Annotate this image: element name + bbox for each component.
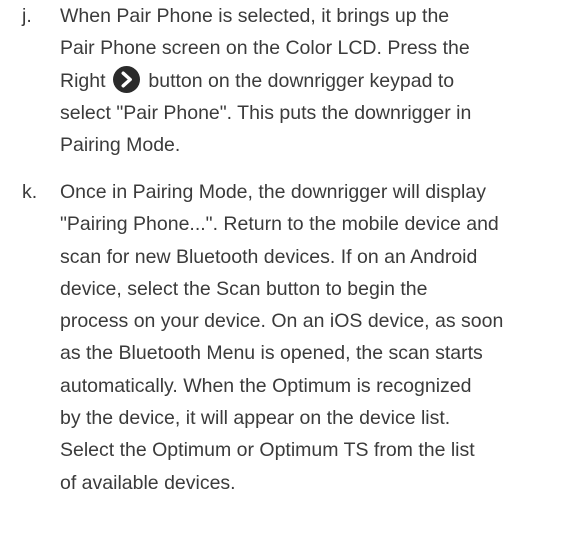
text-line: of available devices. bbox=[60, 471, 236, 494]
step-letter: k. bbox=[22, 181, 38, 203]
text-line: select "Pair Phone". This puts the downr… bbox=[60, 101, 472, 124]
text-line: Pairing Mode. bbox=[60, 134, 181, 157]
step-text: When Pair Phone is selected, it brings u… bbox=[60, 0, 570, 161]
text-line: by the device, it will appear on the dev… bbox=[60, 407, 451, 430]
right-arrow-button-icon bbox=[112, 65, 140, 93]
text-line: Pair Phone screen on the Color LCD. Pres… bbox=[60, 37, 470, 60]
text-line: process on your device. On an iOS device… bbox=[60, 310, 504, 333]
text-line: Select the Optimum or Optimum TS from th… bbox=[60, 439, 475, 462]
text-line: "Pairing Phone...". Return to the mobile… bbox=[60, 213, 499, 236]
text-line-with-icon: Right button on the downrigger keypad to bbox=[60, 65, 570, 97]
step-text: Once in Pairing Mode, the downrigger wil… bbox=[60, 176, 570, 499]
text-line: scan for new Bluetooth devices. If on an… bbox=[60, 245, 478, 268]
text-line: Once in Pairing Mode, the downrigger wil… bbox=[60, 181, 486, 203]
manual-page: j. When Pair Phone is selected, it bring… bbox=[0, 0, 585, 541]
text-line: automatically. When the Optimum is recog… bbox=[60, 374, 472, 397]
text-fragment: button on the downrigger keypad to bbox=[148, 69, 455, 92]
text-fragment: Right bbox=[60, 69, 106, 92]
step-letter: j. bbox=[22, 5, 32, 27]
text-line: device, select the Scan button to begin … bbox=[60, 277, 428, 300]
text-line: as the Bluetooth Menu is opened, the sca… bbox=[60, 342, 483, 365]
text-line: When Pair Phone is selected, it brings u… bbox=[60, 5, 450, 27]
